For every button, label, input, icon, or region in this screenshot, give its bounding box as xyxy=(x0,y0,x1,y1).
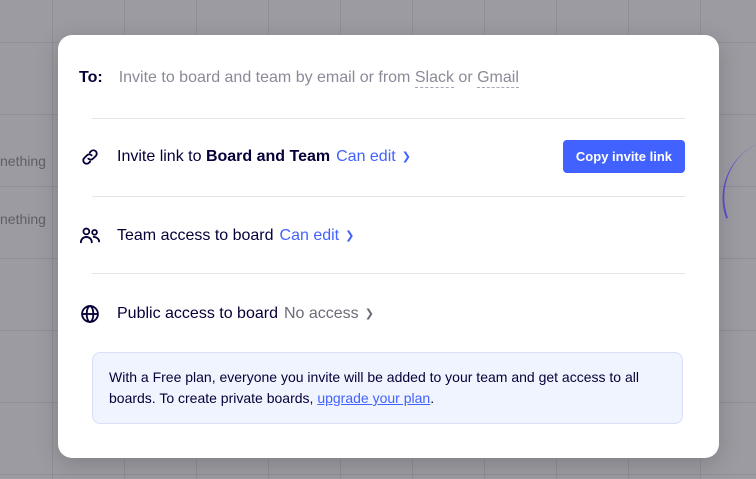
team-access-label: Team access to board xyxy=(117,227,274,244)
canvas-text-fragment: nething xyxy=(0,211,46,227)
divider xyxy=(92,118,685,119)
share-dialog: To: Invite to board and team by email or… xyxy=(58,35,719,458)
to-label: To: xyxy=(79,69,103,86)
slack-link[interactable]: Slack xyxy=(414,69,454,88)
divider xyxy=(92,196,685,197)
invite-input-row[interactable]: To: Invite to board and team by email or… xyxy=(79,65,685,91)
team-access-row: Team access to board Can edit ❯ xyxy=(79,223,685,249)
chevron-down-icon: ❯ xyxy=(401,150,411,163)
team-access-permission-value: Can edit xyxy=(279,227,340,244)
invite-link-permission-value: Can edit xyxy=(336,147,396,165)
copy-invite-link-button[interactable]: Copy invite link xyxy=(562,140,685,173)
canvas-text-fragment: nething xyxy=(0,153,46,169)
public-access-label: Public access to board xyxy=(117,305,278,322)
invite-placeholder-or: or xyxy=(458,69,473,86)
public-access-row: Public access to board No access ❯ xyxy=(79,301,685,327)
invite-link-target: Board and Team xyxy=(205,147,331,165)
invite-link-prefix: Invite link to xyxy=(117,147,202,165)
globe-icon xyxy=(79,303,101,325)
gmail-link[interactable]: Gmail xyxy=(477,69,519,88)
people-icon xyxy=(79,225,101,247)
divider xyxy=(92,273,685,274)
public-access-permission-value: No access xyxy=(283,305,359,322)
upgrade-plan-link[interactable]: upgrade your plan xyxy=(317,390,430,406)
chevron-down-icon: ❯ xyxy=(364,308,374,320)
notice-suffix: . xyxy=(430,390,435,406)
chevron-down-icon: ❯ xyxy=(345,230,355,242)
invite-input[interactable]: Invite to board and team by email or fro… xyxy=(118,69,519,88)
free-plan-notice: With a Free plan, everyone you invite wi… xyxy=(92,352,683,424)
invite-placeholder-text: Invite to board and team by email or fro… xyxy=(118,69,411,86)
invite-link-permission-dropdown[interactable]: Can edit ❯ xyxy=(336,148,411,166)
invite-link-label: Invite link to Board and Team xyxy=(117,148,330,166)
link-icon xyxy=(79,146,101,168)
public-access-permission-dropdown[interactable]: No access ❯ xyxy=(284,305,374,323)
invite-link-row: Invite link to Board and Team Can edit ❯ … xyxy=(79,140,685,173)
team-access-permission-dropdown[interactable]: Can edit ❯ xyxy=(280,227,355,245)
